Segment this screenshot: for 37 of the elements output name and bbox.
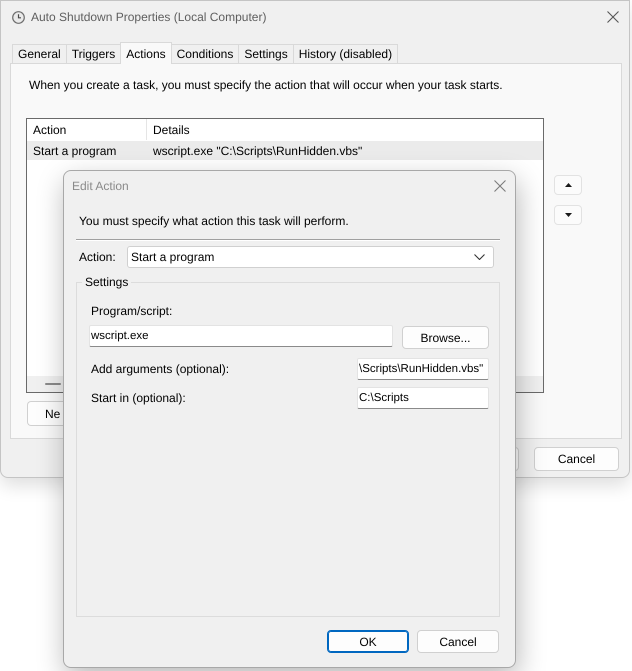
column-header[interactable]: Details <box>147 119 190 140</box>
tab[interactable]: Actions <box>120 42 172 64</box>
chevron-down-icon <box>474 254 485 260</box>
close-icon <box>607 11 619 23</box>
tab[interactable]: Settings <box>238 44 294 63</box>
tab[interactable]: Triggers <box>66 44 122 63</box>
ok-button[interactable]: OK <box>327 630 409 653</box>
action-dropdown[interactable]: Start a program <box>127 246 494 268</box>
browse-button[interactable]: Browse... <box>402 326 489 349</box>
tab[interactable]: History (disabled) <box>292 44 398 63</box>
list-row[interactable]: Start a program wscript.exe "C:\Scripts\RunHidden.vbs" <box>27 141 543 160</box>
down-triangle-icon <box>564 213 572 217</box>
table-cell-text: Start a program <box>32 144 118 158</box>
group-title: Settings <box>84 275 130 289</box>
instruction-text: You must specify what action this task will perform. <box>79 214 350 229</box>
column-header[interactable]: Action <box>27 119 147 140</box>
close-icon <box>494 180 506 192</box>
description-text: When you create a task, you must specify the action that will occur when your task starts. <box>28 78 504 93</box>
window-title: Auto Shutdown Properties (Local Computer) <box>31 10 266 24</box>
down-button[interactable] <box>554 205 582 225</box>
field-label: Start in (optional): <box>90 390 186 406</box>
new-button[interactable]: Ne <box>27 401 65 426</box>
up-button[interactable] <box>554 175 582 195</box>
field-label: Program/script: <box>90 304 174 319</box>
tab[interactable]: General <box>12 44 67 63</box>
cancel-button[interactable]: Cancel <box>417 630 499 653</box>
dialog-title: Edit Action <box>72 179 129 193</box>
cancel-button[interactable]: Cancel <box>534 447 619 471</box>
field-label: Add arguments (optional): <box>90 362 230 376</box>
clock-icon <box>12 10 25 24</box>
text-field[interactable]: C:\Scripts <box>357 387 489 409</box>
text-field[interactable]: \Scripts\RunHidden.vbs" <box>357 358 489 380</box>
up-triangle-icon <box>564 183 572 187</box>
scrollbar-thumb[interactable] <box>45 383 61 385</box>
program-field[interactable]: wscript.exe <box>89 325 393 347</box>
field-label: Action: <box>79 250 117 264</box>
table-cell-text: wscript.exe "C:\Scripts\RunHidden.vbs" <box>152 144 362 158</box>
